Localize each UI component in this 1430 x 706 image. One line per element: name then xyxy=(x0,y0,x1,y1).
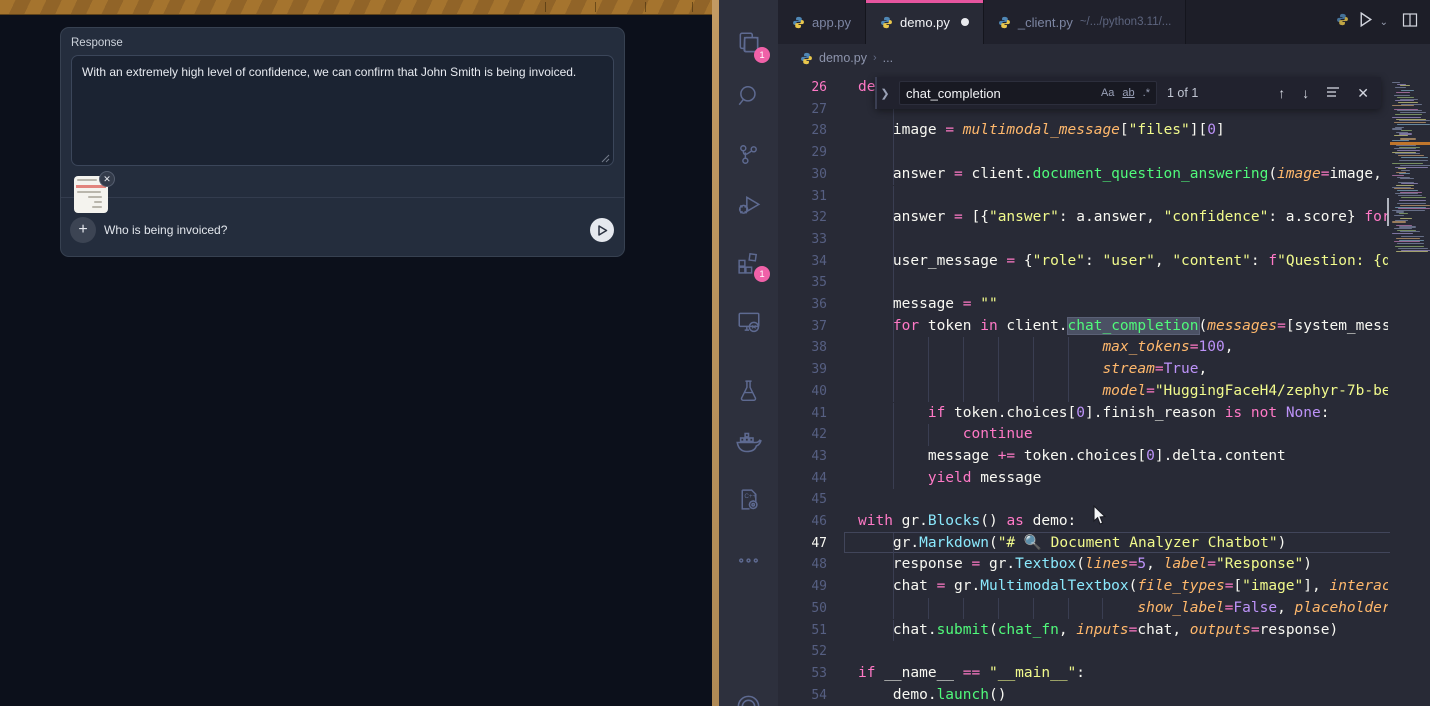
find-close-icon[interactable]: ✕ xyxy=(1357,85,1369,102)
code-line: stream=True, xyxy=(858,359,1207,381)
gradio-app-window: Response With an extremely high level of… xyxy=(0,0,712,706)
tab-bar: app.py demo.py _client.py ~/.../python3.1… xyxy=(778,0,1430,44)
python-file-icon xyxy=(800,52,813,65)
tab-label: app.py xyxy=(812,15,851,30)
window-side-border xyxy=(712,0,719,706)
breadcrumb-more[interactable]: ... xyxy=(883,51,893,65)
tab-label: demo.py xyxy=(900,15,950,30)
run-dropdown-chevron-icon[interactable]: ⌄ xyxy=(1380,17,1388,28)
python-file-icon xyxy=(998,16,1011,29)
activitybar-extensions-badge: 1 xyxy=(754,266,770,282)
minimap[interactable] xyxy=(1390,72,1430,706)
activitybar-cmake-tools-icon[interactable]: C++ xyxy=(719,477,778,521)
find-previous-icon[interactable]: ↑ xyxy=(1278,85,1285,101)
activitybar-remote-explorer-icon[interactable] xyxy=(719,300,778,344)
resize-handle-icon[interactable] xyxy=(600,153,610,163)
activitybar-testing-icon[interactable] xyxy=(719,368,778,412)
run-file-icon[interactable] xyxy=(1357,11,1374,33)
activitybar-account-icon[interactable] xyxy=(719,684,778,706)
code-line: if token.choices[0].finish_reason is not… xyxy=(858,403,1329,425)
code-line: message += token.choices[0].delta.conten… xyxy=(858,446,1286,468)
mouse-cursor xyxy=(1093,505,1108,526)
python-file-icon xyxy=(880,16,893,29)
activitybar-explorer-icon[interactable]: 1 xyxy=(719,21,778,65)
activitybar-source-control-icon[interactable] xyxy=(719,132,778,176)
attachment-close-button[interactable]: ✕ xyxy=(99,171,115,187)
whole-word-icon[interactable]: ab xyxy=(1122,87,1134,99)
code-line: response = gr.Textbox(lines=5, label="Re… xyxy=(858,554,1312,576)
send-icon xyxy=(597,225,608,236)
tab-demo.py[interactable]: demo.py xyxy=(866,0,984,44)
response-textbox[interactable]: With an extremely high level of confiden… xyxy=(71,55,614,166)
window-titlebar xyxy=(0,0,712,15)
modified-dot-icon[interactable] xyxy=(961,18,969,26)
code-area: def chat_fn(multimodal_message): image =… xyxy=(778,72,1388,706)
svg-text:C++: C++ xyxy=(744,492,756,499)
find-match-count: 1 of 1 xyxy=(1167,86,1198,100)
code-editor[interactable]: 2627282930313233343536373839404142434445… xyxy=(778,72,1430,706)
python-logo-icon xyxy=(1336,13,1349,31)
breadcrumb-separator: › xyxy=(873,52,877,64)
breadcrumb-file[interactable]: demo.py xyxy=(819,51,867,65)
python-file-icon xyxy=(792,16,805,29)
split-editor-icon[interactable] xyxy=(1402,12,1418,33)
code-line: with gr.Blocks() as demo: xyxy=(858,511,1076,533)
activitybar-more-icon[interactable] xyxy=(719,538,778,582)
code-line: continue xyxy=(858,424,1033,446)
tab-app.py[interactable]: app.py xyxy=(778,0,866,44)
breadcrumb[interactable]: demo.py › ... xyxy=(778,44,1430,72)
code-line: user_message = {"role": "user", "content… xyxy=(858,251,1388,273)
code-line: chat = gr.MultimodalTextbox(file_types=[… xyxy=(858,576,1388,598)
regex-icon[interactable]: .* xyxy=(1143,87,1150,99)
toggle-replace-chevron-icon[interactable]: ❯ xyxy=(875,77,893,109)
match-case-icon[interactable]: Aa xyxy=(1101,87,1114,99)
tab-_client.py[interactable]: _client.py ~/.../python3.11/... xyxy=(984,0,1186,44)
activitybar-search-icon[interactable] xyxy=(719,74,778,118)
chat-input-text[interactable]: Who is being invoiced? xyxy=(104,223,227,237)
code-line: gr.Markdown("# 🔍 Document Analyzer Chatb… xyxy=(858,533,1286,555)
response-text: With an extremely high level of confiden… xyxy=(82,65,576,79)
attach-file-button[interactable]: + xyxy=(70,217,96,243)
activity-bar: 1 1 C++ xyxy=(719,0,778,706)
tab-description: ~/.../python3.11/... xyxy=(1080,16,1172,28)
code-line: model="HuggingFaceH4/zephyr-7b-beta" xyxy=(858,381,1388,403)
send-button[interactable] xyxy=(590,218,614,242)
code-line: answer = [{"answer": a.answer, "confiden… xyxy=(858,207,1388,229)
activitybar-extensions-icon[interactable]: 1 xyxy=(719,240,778,284)
code-line: image = multimodal_message["files"][0] xyxy=(858,120,1225,142)
code-line: yield message xyxy=(858,468,1041,490)
find-widget: ❯ chat_completion Aa ab .* 1 of 1 ↑ ↓ xyxy=(875,77,1381,109)
code-line: if __name__ == "__main__": xyxy=(858,663,1085,685)
activitybar-explorer-badge: 1 xyxy=(754,47,770,63)
activitybar-run-debug-icon[interactable] xyxy=(719,184,778,228)
python-file-icon xyxy=(1336,13,1349,26)
find-input[interactable]: chat_completion Aa ab .* xyxy=(899,81,1157,105)
code-line: max_tokens=100, xyxy=(858,337,1233,359)
code-line: show_label=False, placeholder= xyxy=(858,598,1388,620)
tab-label: _client.py xyxy=(1018,15,1073,30)
find-in-selection-icon[interactable] xyxy=(1326,85,1340,101)
gradio-form-panel: Response With an extremely high level of… xyxy=(60,27,625,257)
find-next-icon[interactable]: ↓ xyxy=(1302,85,1309,101)
vscode-window: 1 1 C++ app.py demo.py _client.py ~/.../pyt… xyxy=(719,0,1430,706)
code-line: for token in client.chat_completion(mess… xyxy=(858,316,1388,338)
response-label: Response xyxy=(71,37,123,49)
screen: Response With an extremely high level of… xyxy=(0,0,1430,706)
code-line: chat.submit(chat_fn, inputs=chat, output… xyxy=(858,620,1338,642)
code-line: message = "" xyxy=(858,294,998,316)
code-line: demo.launch() xyxy=(858,685,1006,706)
activitybar-docker-icon[interactable] xyxy=(719,420,778,464)
code-line: answer = client.document_question_answer… xyxy=(858,164,1388,186)
panel-divider xyxy=(61,197,624,198)
minimap-find-marker xyxy=(1390,142,1430,145)
find-query[interactable]: chat_completion xyxy=(906,86,1093,101)
